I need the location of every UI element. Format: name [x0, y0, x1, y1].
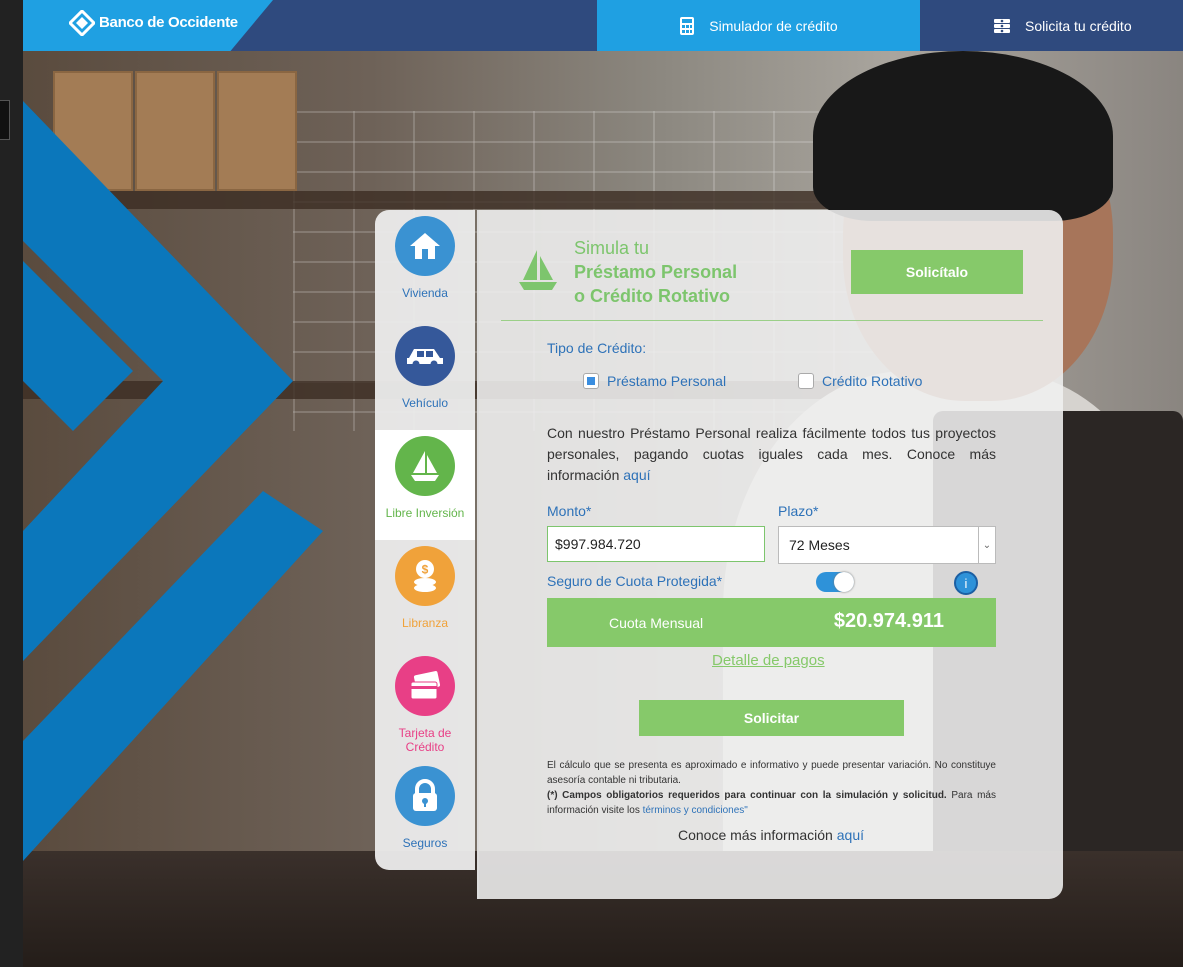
seguro-label: Seguro de Cuota Protegida* — [547, 573, 723, 589]
sailboat-icon — [395, 436, 455, 496]
edge-tab — [0, 100, 10, 140]
sidebar-item-label: Seguros — [402, 836, 448, 850]
info-link[interactable]: aquí — [623, 467, 650, 483]
simulator-panel: Simula tu Préstamo Personal o Crédito Ro… — [477, 210, 1063, 899]
sidebar-item-libre-inversion[interactable]: Libre Inversión — [375, 430, 475, 540]
sidebar-item-tarjeta-credito[interactable]: Tarjeta de Crédito — [375, 650, 475, 760]
house-icon — [395, 216, 455, 276]
sidebar-item-label: Libre Inversión — [385, 506, 465, 520]
nav-solicita-label: Solicita tu crédito — [1025, 17, 1132, 34]
cash-stack-icon — [994, 18, 1010, 33]
brand-area[interactable]: Banco de Occidente — [23, 0, 273, 51]
sidebar-item-label: Tarjeta de Crédito — [398, 726, 452, 754]
monto-input[interactable] — [547, 526, 765, 562]
lock-shield-icon — [395, 766, 455, 826]
title-line-2: Préstamo Personal — [574, 262, 738, 282]
coins-icon: $ — [395, 546, 455, 606]
legal-disclaimer: El cálculo que se presenta es aproximado… — [547, 760, 996, 816]
cuota-mensual-box: Cuota Mensual $20.974.911 — [547, 598, 996, 647]
cuota-value: $20.974.911 — [833, 610, 944, 632]
plazo-select[interactable]: 72 Meses ⌄ — [778, 526, 996, 564]
brand-name: Banco de Occidente — [99, 14, 238, 31]
credit-card-icon — [395, 656, 455, 716]
header-divider — [501, 320, 1043, 321]
cuota-label: Cuota Mensual — [609, 615, 704, 631]
detalle-pagos-link[interactable]: Detalle de pagos — [712, 652, 825, 669]
sidebar-item-label: Libranza — [401, 616, 449, 630]
seguro-toggle[interactable] — [816, 572, 854, 592]
checkbox-prestamo-personal[interactable] — [583, 373, 599, 389]
svg-text:$: $ — [422, 563, 429, 577]
sidebar-item-vehiculo[interactable]: Vehículo — [375, 320, 475, 430]
sidebar-item-label: Vehículo — [401, 396, 449, 410]
solicitalo-button[interactable]: Solicítalo — [851, 250, 1023, 294]
more-info-link[interactable]: aquí — [837, 827, 864, 843]
product-description: Con nuestro Préstamo Personal realiza fá… — [547, 425, 996, 483]
left-edge-strip — [0, 0, 23, 967]
tipo-credito-label: Tipo de Crédito: — [547, 340, 647, 356]
top-navigation-bar: Banco de Occidente Simulador de crédito … — [23, 0, 1183, 51]
nav-solicita-credito[interactable]: Solicita tu crédito — [993, 0, 1183, 51]
chevron-down-icon[interactable]: ⌄ — [978, 527, 995, 563]
calculator-icon — [680, 16, 695, 35]
sidebar-item-libranza[interactable]: $ Libranza — [375, 540, 475, 650]
option-label: Crédito Rotativo — [822, 373, 923, 389]
nav-simulador-credito[interactable]: Simulador de crédito — [597, 0, 920, 51]
checkbox-credito-rotativo[interactable] — [798, 373, 814, 389]
terminos-link[interactable]: términos y condiciones" — [643, 805, 748, 816]
bank-logo-icon — [69, 10, 95, 36]
brand-chevrons — [23, 101, 323, 861]
plazo-selected-value: 72 Meses — [789, 537, 850, 553]
option-label: Préstamo Personal — [607, 373, 727, 389]
product-sidebar: Vivienda Vehículo Libre Inversión $ Libr… — [375, 210, 475, 870]
more-info: Conoce más información aquí — [678, 827, 864, 843]
title-line-1: Simula tu — [574, 238, 650, 258]
solicitar-button[interactable]: Solicitar — [639, 700, 904, 736]
sailboat-icon — [519, 250, 557, 290]
monto-label: Monto* — [547, 503, 592, 519]
sidebar-item-vivienda[interactable]: Vivienda — [375, 210, 475, 320]
nav-simulador-label: Simulador de crédito — [709, 17, 838, 34]
car-icon — [395, 326, 455, 386]
option-prestamo-personal[interactable]: Préstamo Personal — [583, 373, 726, 389]
option-credito-rotativo[interactable]: Crédito Rotativo — [798, 373, 922, 389]
title-line-3: o Crédito Rotativo — [574, 286, 730, 306]
person-hat — [813, 51, 1113, 221]
plazo-label: Plazo* — [778, 503, 819, 519]
sidebar-item-seguros[interactable]: Seguros — [375, 760, 475, 870]
info-icon[interactable]: i — [954, 571, 978, 595]
sidebar-item-label: Vivienda — [402, 286, 448, 300]
